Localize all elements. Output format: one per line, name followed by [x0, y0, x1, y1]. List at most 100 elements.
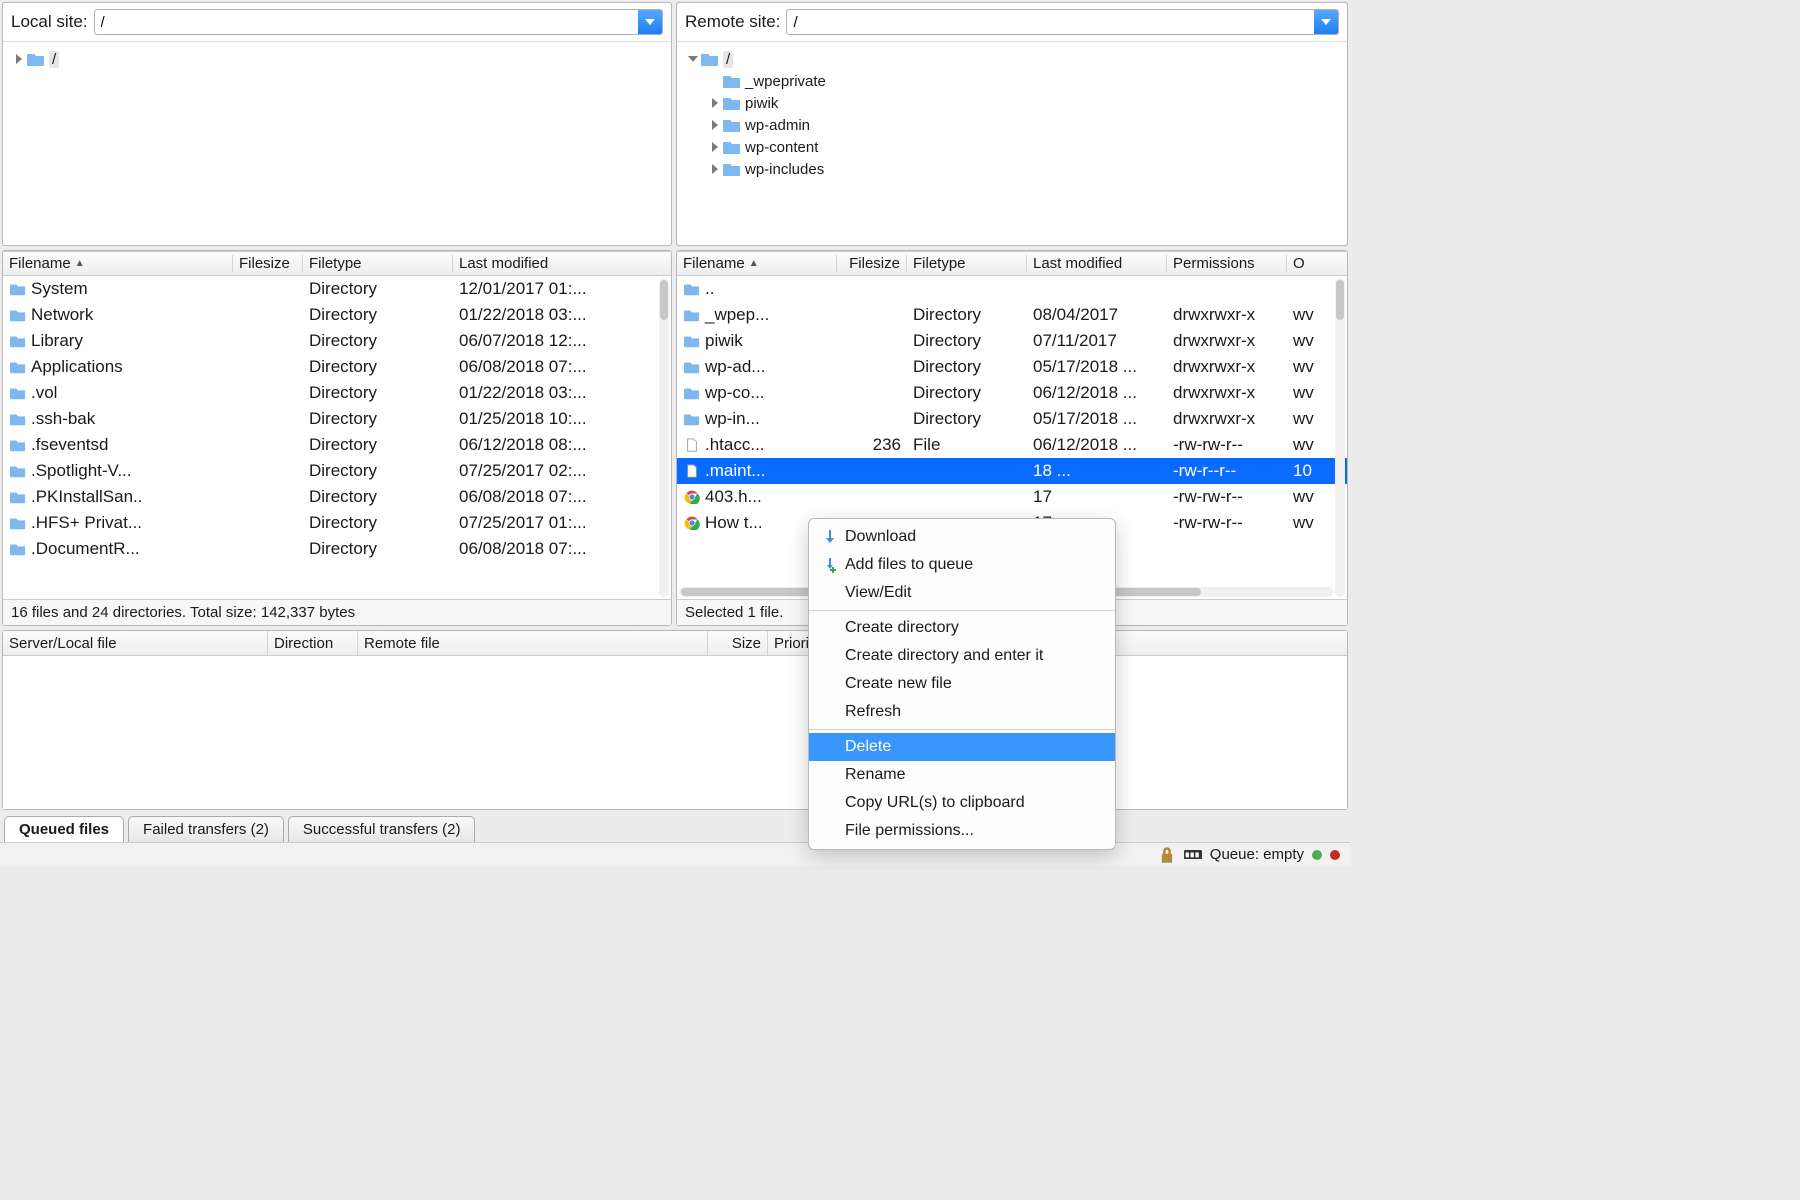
ctx-create-new-file[interactable]: Create new file: [809, 670, 1115, 698]
remote-site-label: Remote site:: [685, 12, 780, 32]
tree-toggle-icon[interactable]: [685, 54, 701, 64]
queue-body[interactable]: [3, 656, 1347, 809]
list-item[interactable]: ApplicationsDirectory06/08/2018 07:...: [3, 354, 671, 380]
col-filename[interactable]: Filename▲: [3, 255, 233, 272]
col-filetype[interactable]: Filetype: [907, 255, 1027, 272]
remote-site-combo[interactable]: [786, 9, 1339, 35]
list-item[interactable]: ..: [677, 276, 1347, 302]
remote-tree-item[interactable]: _wpeprivate: [685, 70, 1339, 92]
folder-icon: [683, 359, 701, 375]
list-item[interactable]: 403.h...17-rw-rw-r--wv: [677, 484, 1347, 510]
folder-icon: [683, 281, 701, 297]
ctx-rename[interactable]: Rename: [809, 761, 1115, 789]
tree-toggle-icon[interactable]: [11, 54, 27, 64]
list-item[interactable]: SystemDirectory12/01/2017 01:...: [3, 276, 671, 302]
file-permissions: drwxrwxr-x: [1167, 357, 1287, 377]
file-modified: 06/12/2018 ...: [1027, 383, 1167, 403]
local-file-list[interactable]: SystemDirectory12/01/2017 01:...NetworkD…: [3, 276, 671, 599]
file-name: Library: [31, 331, 83, 351]
col-owner[interactable]: O: [1287, 255, 1347, 272]
tab-successful-transfers[interactable]: Successful transfers (2): [288, 816, 476, 842]
transfer-tabs: Queued files Failed transfers (2) Succes…: [0, 812, 1350, 842]
col-filetype[interactable]: Filetype: [303, 255, 453, 272]
remote-tree-item[interactable]: wp-content: [685, 136, 1339, 158]
list-item[interactable]: .Spotlight-V...Directory07/25/2017 02:..…: [3, 458, 671, 484]
file-type: Directory: [303, 435, 453, 455]
list-item[interactable]: .volDirectory01/22/2018 03:...: [3, 380, 671, 406]
folder-icon: [723, 117, 741, 133]
list-item[interactable]: .HFS+ Privat...Directory07/25/2017 01:..…: [3, 510, 671, 536]
ctx-create-directory-enter[interactable]: Create directory and enter it: [809, 642, 1115, 670]
list-item[interactable]: wp-ad...Directory05/17/2018 ...drwxrwxr-…: [677, 354, 1347, 380]
list-item[interactable]: LibraryDirectory06/07/2018 12:...: [3, 328, 671, 354]
file-type: Directory: [303, 305, 453, 325]
file-modified: 07/25/2017 02:...: [453, 461, 671, 481]
remote-site-input[interactable]: [787, 10, 1314, 34]
queue-header[interactable]: Server/Local file Direction Remote file …: [3, 631, 1347, 656]
local-site-combo[interactable]: [94, 9, 663, 35]
tree-toggle-icon[interactable]: [707, 142, 723, 152]
col-filesize[interactable]: Filesize: [233, 255, 303, 272]
remote-site-dropdown[interactable]: [1314, 10, 1338, 34]
col-remote-file[interactable]: Remote file: [358, 631, 708, 655]
scrollbar-vert[interactable]: [1335, 278, 1345, 597]
file-name: Applications: [31, 357, 123, 377]
scrollbar-vert[interactable]: [659, 278, 669, 597]
local-tree[interactable]: /: [3, 42, 671, 245]
list-item[interactable]: .htacc...236File06/12/2018 ...-rw-rw-r--…: [677, 432, 1347, 458]
col-last-modified[interactable]: Last modified: [1027, 255, 1167, 272]
list-item[interactable]: .maint...18 ...-rw-r--r--10: [677, 458, 1347, 484]
status-bar: Queue: empty: [0, 842, 1350, 866]
file-icon: [683, 437, 701, 453]
folder-icon: [683, 385, 701, 401]
list-item[interactable]: .fseventsdDirectory06/12/2018 08:...: [3, 432, 671, 458]
local-tree-root[interactable]: /: [49, 51, 59, 68]
file-modified: 06/07/2018 12:...: [453, 331, 671, 351]
tree-toggle-icon[interactable]: [707, 164, 723, 174]
ctx-download[interactable]: Download: [809, 523, 1115, 551]
list-item[interactable]: wp-in...Directory05/17/2018 ...drwxrwxr-…: [677, 406, 1347, 432]
list-item[interactable]: _wpep...Directory08/04/2017drwxrwxr-xwv: [677, 302, 1347, 328]
remote-tree-root[interactable]: /: [723, 51, 733, 68]
tab-failed-transfers[interactable]: Failed transfers (2): [128, 816, 284, 842]
remote-file-header[interactable]: Filename▲ Filesize Filetype Last modifie…: [677, 251, 1347, 276]
ctx-add-to-queue[interactable]: Add files to queue: [809, 551, 1115, 579]
list-item[interactable]: wp-co...Directory06/12/2018 ...drwxrwxr-…: [677, 380, 1347, 406]
local-site-input[interactable]: [95, 10, 638, 34]
list-item[interactable]: .ssh-bakDirectory01/25/2018 10:...: [3, 406, 671, 432]
tab-queued-files[interactable]: Queued files: [4, 816, 124, 842]
list-item[interactable]: NetworkDirectory01/22/2018 03:...: [3, 302, 671, 328]
ctx-copy-urls[interactable]: Copy URL(s) to clipboard: [809, 789, 1115, 817]
lock-icon: [1158, 848, 1176, 862]
remote-tree-item[interactable]: piwik: [685, 92, 1339, 114]
file-type: Directory: [303, 279, 453, 299]
ctx-create-directory[interactable]: Create directory: [809, 614, 1115, 642]
remote-tree-item[interactable]: wp-admin: [685, 114, 1339, 136]
ctx-delete[interactable]: Delete: [809, 733, 1115, 761]
ctx-view-edit[interactable]: View/Edit: [809, 579, 1115, 607]
remote-tree[interactable]: / _wpeprivatepiwik wp-adminwp-contentwp-i…: [677, 42, 1347, 245]
remote-tree-item[interactable]: wp-includes: [685, 158, 1339, 180]
ctx-file-permissions[interactable]: File permissions...: [809, 817, 1115, 845]
ctx-refresh[interactable]: Refresh: [809, 698, 1115, 726]
local-site-dropdown[interactable]: [638, 10, 662, 34]
list-item[interactable]: .PKInstallSan..Directory06/08/2018 07:..…: [3, 484, 671, 510]
tree-toggle-icon[interactable]: [707, 120, 723, 130]
col-direction[interactable]: Direction: [268, 631, 358, 655]
tree-toggle-icon[interactable]: [707, 98, 723, 108]
file-modified: 06/08/2018 07:...: [453, 357, 671, 377]
col-filesize[interactable]: Filesize: [837, 255, 907, 272]
col-size[interactable]: Size: [708, 631, 768, 655]
col-last-modified[interactable]: Last modified: [453, 255, 671, 272]
file-type: Directory: [303, 383, 453, 403]
col-server-local-file[interactable]: Server/Local file: [3, 631, 268, 655]
list-item[interactable]: .DocumentR...Directory06/08/2018 07:...: [3, 536, 671, 562]
file-name: System: [31, 279, 88, 299]
file-type: Directory: [907, 305, 1027, 325]
tree-item-label: piwik: [745, 95, 778, 112]
col-permissions[interactable]: Permissions: [1167, 255, 1287, 272]
col-filename[interactable]: Filename▲: [677, 255, 837, 272]
folder-icon: [683, 307, 701, 323]
list-item[interactable]: piwikDirectory07/11/2017drwxrwxr-xwv: [677, 328, 1347, 354]
local-file-header[interactable]: Filename▲ Filesize Filetype Last modifie…: [3, 251, 671, 276]
